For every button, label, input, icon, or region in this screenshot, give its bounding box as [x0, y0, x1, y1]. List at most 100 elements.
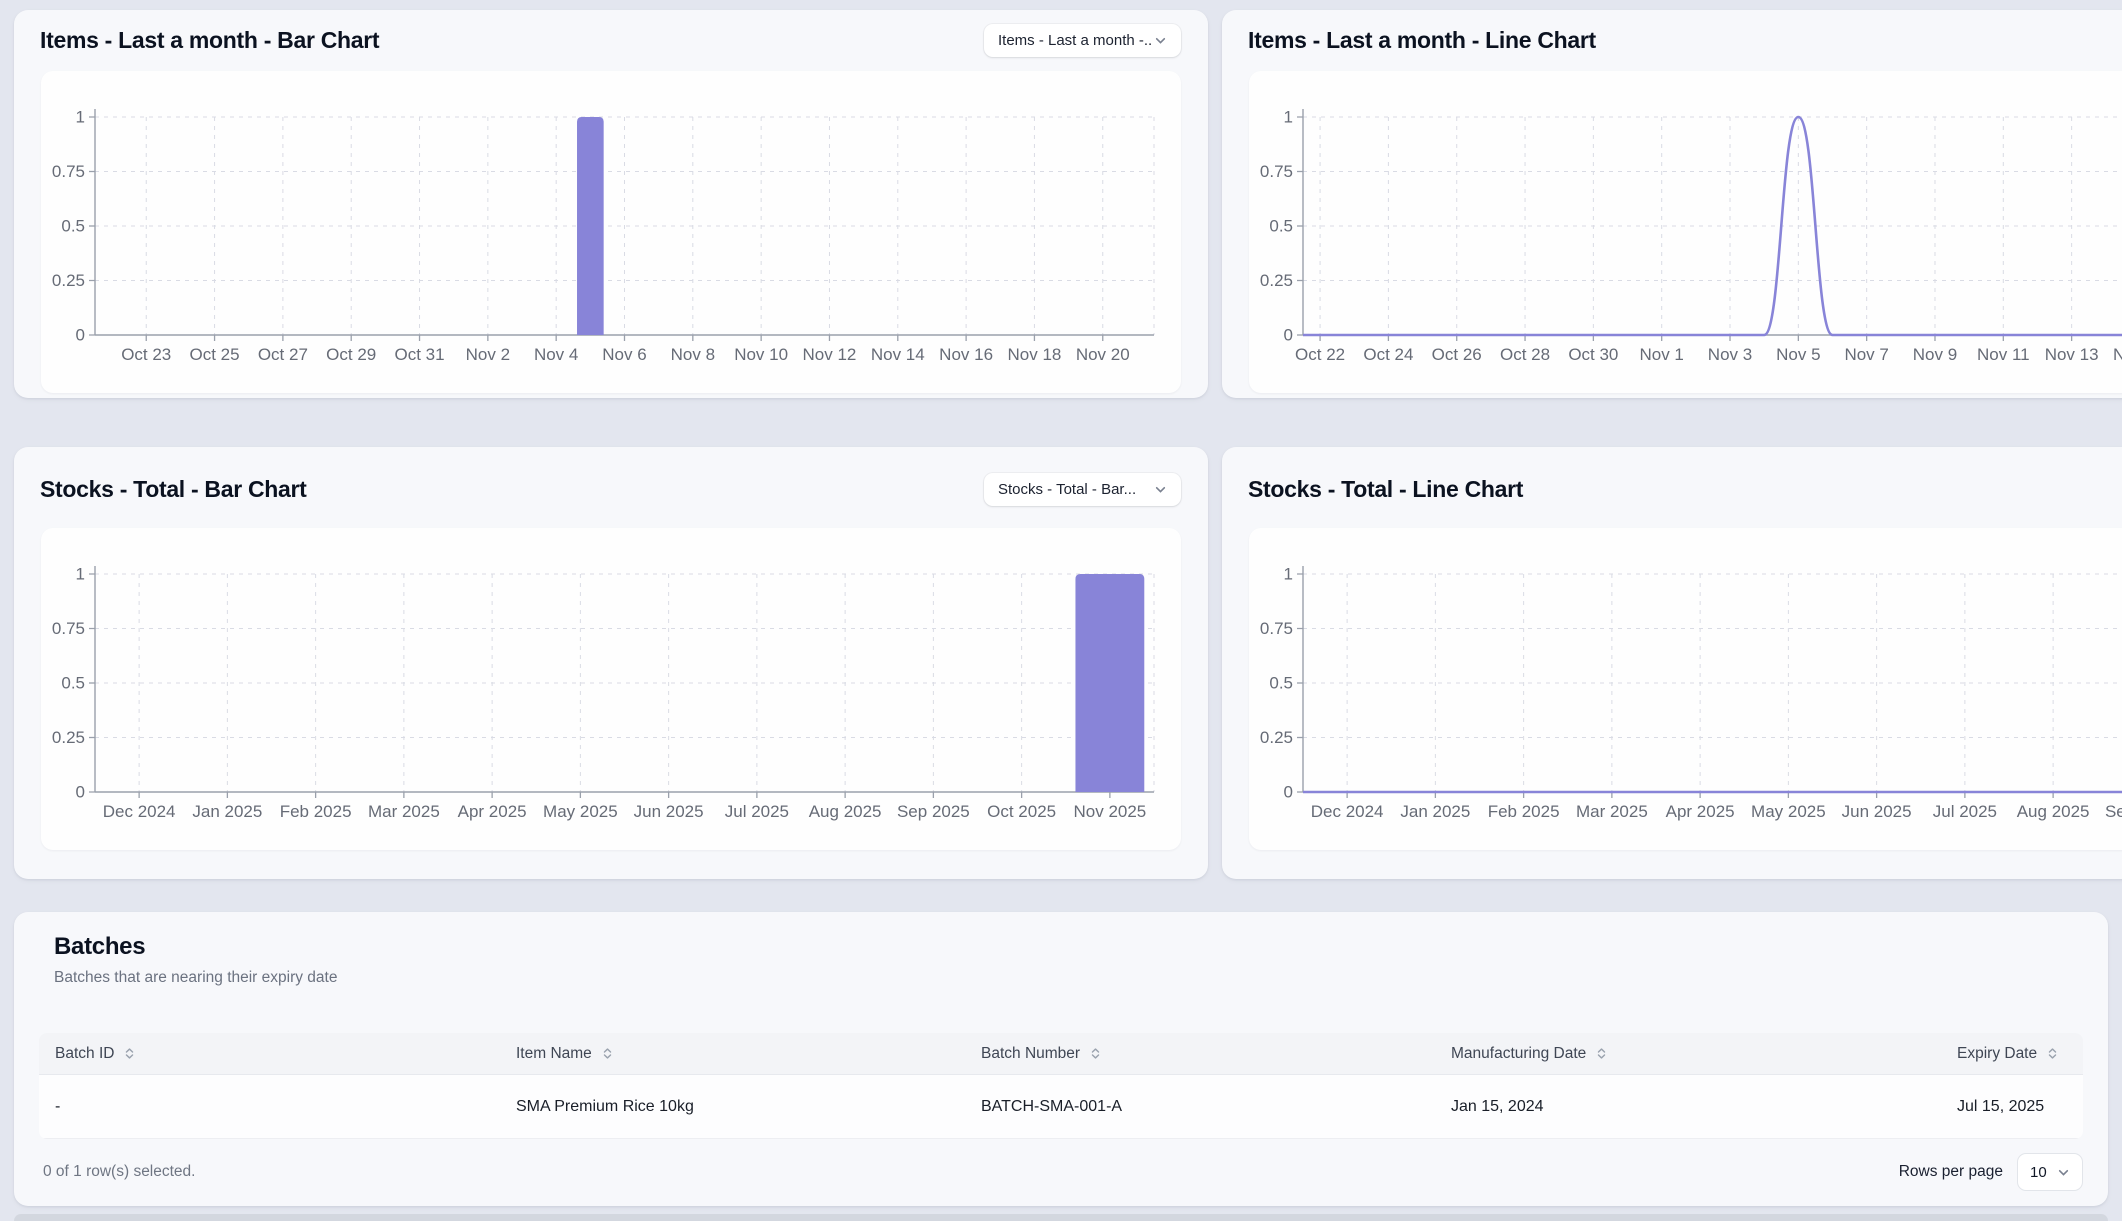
card-items-line-chart: Items - Last a month - Line Chart 00.250…: [1222, 10, 2122, 398]
batches-title: Batches: [54, 932, 2083, 962]
batches-table-footer: 0 of 1 row(s) selected. Rows per page 10: [39, 1153, 2083, 1191]
rows-per-page: Rows per page 10: [1899, 1153, 2083, 1191]
svg-text:Nov 20: Nov 20: [1076, 345, 1130, 364]
svg-text:Oct 28: Oct 28: [1500, 345, 1550, 364]
batches-subtitle: Batches that are nearing their expiry da…: [54, 968, 2083, 988]
chart-panel: 00.250.50.751Dec 2024Jan 2025Feb 2025Mar…: [1249, 528, 2122, 850]
table-cell: BATCH-SMA-001-A: [965, 1098, 1435, 1116]
batches-table-row[interactable]: -SMA Premium Rice 10kgBATCH-SMA-001-AJan…: [39, 1075, 2083, 1139]
table-cell: Jan 15, 2024: [1435, 1098, 1941, 1116]
svg-text:Oct 24: Oct 24: [1363, 345, 1413, 364]
table-cell: -: [39, 1098, 500, 1116]
column-header-item-name[interactable]: Item Name: [500, 1045, 965, 1063]
card-title-stocks-line: Stocks - Total - Line Chart: [1248, 473, 1523, 506]
svg-text:Dec 2024: Dec 2024: [1311, 802, 1384, 821]
svg-text:Nov 12: Nov 12: [803, 345, 857, 364]
svg-text:0.5: 0.5: [1269, 217, 1293, 236]
svg-text:Jan 2025: Jan 2025: [192, 802, 262, 821]
svg-text:Sep 2025: Sep 2025: [2105, 802, 2122, 821]
svg-text:Sep 2025: Sep 2025: [897, 802, 970, 821]
card-items-bar-chart: Items - Last a month - Bar Chart Items -…: [14, 10, 1208, 398]
svg-text:Mar 2025: Mar 2025: [368, 802, 440, 821]
svg-text:0.25: 0.25: [1260, 728, 1293, 747]
svg-text:0.25: 0.25: [52, 728, 85, 747]
column-header-label: Expiry Date: [1957, 1045, 2037, 1063]
svg-text:0.75: 0.75: [52, 619, 85, 638]
chart-selector-value: Stocks - Total - Bar...: [998, 481, 1136, 498]
svg-text:Nov 4: Nov 4: [534, 345, 578, 364]
svg-text:0: 0: [1284, 783, 1293, 802]
svg-text:Nov 7: Nov 7: [1844, 345, 1888, 364]
card-stocks-bar-chart: Stocks - Total - Bar Chart Stocks - Tota…: [14, 447, 1208, 879]
stocks-bar-chart: 00.250.50.751Dec 2024Jan 2025Feb 2025Mar…: [41, 528, 1181, 850]
svg-text:0.5: 0.5: [1269, 674, 1293, 693]
rows-per-page-value: 10: [2030, 1164, 2047, 1181]
svg-text:Nov 6: Nov 6: [602, 345, 646, 364]
chevron-down-icon: [1154, 483, 1167, 496]
column-header-manufacturing-date[interactable]: Manufacturing Date: [1435, 1045, 1941, 1063]
svg-text:Nov 9: Nov 9: [1913, 345, 1957, 364]
svg-text:0.75: 0.75: [1260, 162, 1293, 181]
chevron-down-icon: [1154, 34, 1167, 47]
svg-text:Nov 8: Nov 8: [671, 345, 715, 364]
card-batches: Batches Batches that are nearing their e…: [14, 912, 2108, 1206]
rows-per-page-select[interactable]: 10: [2017, 1153, 2083, 1191]
card-header: Stocks - Total - Line Chart: [1222, 447, 2122, 506]
rows-per-page-label: Rows per page: [1899, 1163, 2003, 1181]
svg-text:Jun 2025: Jun 2025: [634, 802, 704, 821]
svg-text:Nov 10: Nov 10: [734, 345, 788, 364]
svg-text:0.75: 0.75: [52, 162, 85, 181]
svg-text:Oct 29: Oct 29: [326, 345, 376, 364]
table-cell: SMA Premium Rice 10kg: [500, 1098, 965, 1116]
table-cell: Jul 15, 2025: [1941, 1098, 2083, 1116]
svg-text:Nov 15: Nov 15: [2113, 345, 2122, 364]
svg-text:Nov 1: Nov 1: [1639, 345, 1683, 364]
column-header-label: Item Name: [516, 1045, 592, 1063]
svg-text:1: 1: [76, 108, 85, 127]
chevrons-up-down-sort-icon: [2046, 1047, 2059, 1060]
svg-text:0: 0: [1284, 326, 1293, 345]
svg-text:Nov 18: Nov 18: [1007, 345, 1061, 364]
next-section-edge: [14, 1214, 2108, 1221]
chevrons-up-down-sort-icon: [601, 1047, 614, 1060]
card-header: Items - Last a month - Line Chart: [1222, 10, 2122, 57]
column-header-batch-id[interactable]: Batch ID: [39, 1045, 500, 1063]
column-header-batch-number[interactable]: Batch Number: [965, 1045, 1435, 1063]
chart-selector-dropdown-stocks[interactable]: Stocks - Total - Bar...: [984, 473, 1181, 506]
column-header-expiry-date[interactable]: Expiry Date: [1941, 1045, 2083, 1063]
svg-text:Nov 2025: Nov 2025: [1073, 802, 1146, 821]
svg-text:Oct 2025: Oct 2025: [987, 802, 1056, 821]
svg-text:Nov 11: Nov 11: [1977, 345, 2030, 364]
svg-text:0.75: 0.75: [1260, 619, 1293, 638]
svg-text:0.25: 0.25: [52, 271, 85, 290]
svg-text:Jul 2025: Jul 2025: [725, 802, 789, 821]
svg-text:1: 1: [1284, 108, 1293, 127]
svg-text:1: 1: [1284, 565, 1293, 584]
svg-text:Aug 2025: Aug 2025: [2017, 802, 2090, 821]
svg-text:Nov 13: Nov 13: [2045, 345, 2099, 364]
stocks-line-chart: 00.250.50.751Dec 2024Jan 2025Feb 2025Mar…: [1249, 528, 2122, 850]
svg-text:May 2025: May 2025: [543, 802, 618, 821]
batches-table: Batch ID Item Name Batch Number Manufacturi…: [39, 1033, 2083, 1139]
svg-text:Nov 3: Nov 3: [1708, 345, 1752, 364]
svg-text:Oct 31: Oct 31: [394, 345, 444, 364]
svg-text:Jul 2025: Jul 2025: [1933, 802, 1997, 821]
svg-text:0.5: 0.5: [61, 674, 85, 693]
svg-text:Nov 16: Nov 16: [939, 345, 993, 364]
card-header: Stocks - Total - Bar Chart Stocks - Tota…: [14, 447, 1208, 506]
chart-panel: 00.250.50.751Oct 23Oct 25Oct 27Oct 29Oct…: [41, 71, 1181, 393]
svg-text:Aug 2025: Aug 2025: [809, 802, 882, 821]
chevron-down-icon: [2057, 1166, 2070, 1179]
svg-text:Jun 2025: Jun 2025: [1842, 802, 1912, 821]
chevrons-up-down-sort-icon: [1089, 1047, 1102, 1060]
chevrons-up-down-sort-icon: [1595, 1047, 1608, 1060]
svg-text:Dec 2024: Dec 2024: [103, 802, 176, 821]
svg-text:Oct 23: Oct 23: [121, 345, 171, 364]
chart-selector-dropdown-items[interactable]: Items - Last a month -..: [984, 24, 1181, 57]
card-title-items-bar: Items - Last a month - Bar Chart: [40, 24, 379, 57]
svg-text:Feb 2025: Feb 2025: [280, 802, 352, 821]
card-stocks-line-chart: Stocks - Total - Line Chart 0 0.25 0.5 0.75…: [1222, 447, 2122, 879]
svg-text:Oct 27: Oct 27: [258, 345, 308, 364]
chart-selector-value: Items - Last a month -..: [998, 32, 1152, 49]
column-header-label: Manufacturing Date: [1451, 1045, 1586, 1063]
